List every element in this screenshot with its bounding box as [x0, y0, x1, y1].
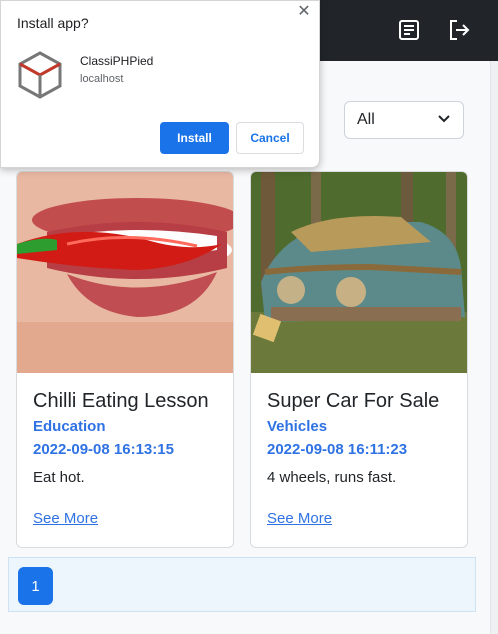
listing-card: Chilli Eating Lesson Education 2022-09-0… — [16, 171, 234, 548]
listing-description: Eat hot. — [33, 469, 85, 486]
listing-card: Super Car For Sale Vehicles 2022-09-08 1… — [250, 171, 468, 548]
close-icon[interactable]: ✕ — [295, 3, 313, 21]
abandoned-car-photo — [251, 172, 467, 373]
listing-category[interactable]: Education — [33, 418, 223, 435]
page-button-1[interactable]: 1 — [18, 567, 53, 605]
category-filter-select[interactable]: All — [344, 101, 464, 139]
dialog-title: Install app? — [17, 15, 89, 31]
scrollbar[interactable] — [490, 61, 498, 634]
listing-description: 4 wheels, runs fast. — [267, 469, 397, 486]
install-app-dialog: Install app? ✕ ClassiPHPied localhost In… — [0, 0, 320, 168]
document-icon[interactable] — [393, 14, 425, 46]
install-button[interactable]: Install — [160, 122, 229, 154]
app-name: ClassiPHPied — [80, 54, 154, 68]
chevron-down-icon — [437, 111, 451, 129]
listing-date: 2022-09-08 16:13:15 — [33, 441, 174, 458]
filter-selected-value: All — [357, 111, 375, 128]
chilli-in-mouth-photo — [17, 172, 233, 373]
logout-icon[interactable] — [443, 14, 475, 46]
cube-icon — [17, 50, 63, 100]
see-more-link[interactable]: See More — [267, 510, 332, 527]
app-host: localhost — [80, 73, 124, 85]
pagination: 1 — [8, 557, 476, 612]
see-more-link[interactable]: See More — [33, 510, 98, 527]
listing-title: Chilli Eating Lesson — [33, 390, 209, 412]
listing-category[interactable]: Vehicles — [267, 418, 457, 435]
listing-date: 2022-09-08 16:11:23 — [267, 441, 408, 458]
cancel-button[interactable]: Cancel — [236, 122, 304, 154]
listing-title: Super Car For Sale — [267, 390, 440, 412]
